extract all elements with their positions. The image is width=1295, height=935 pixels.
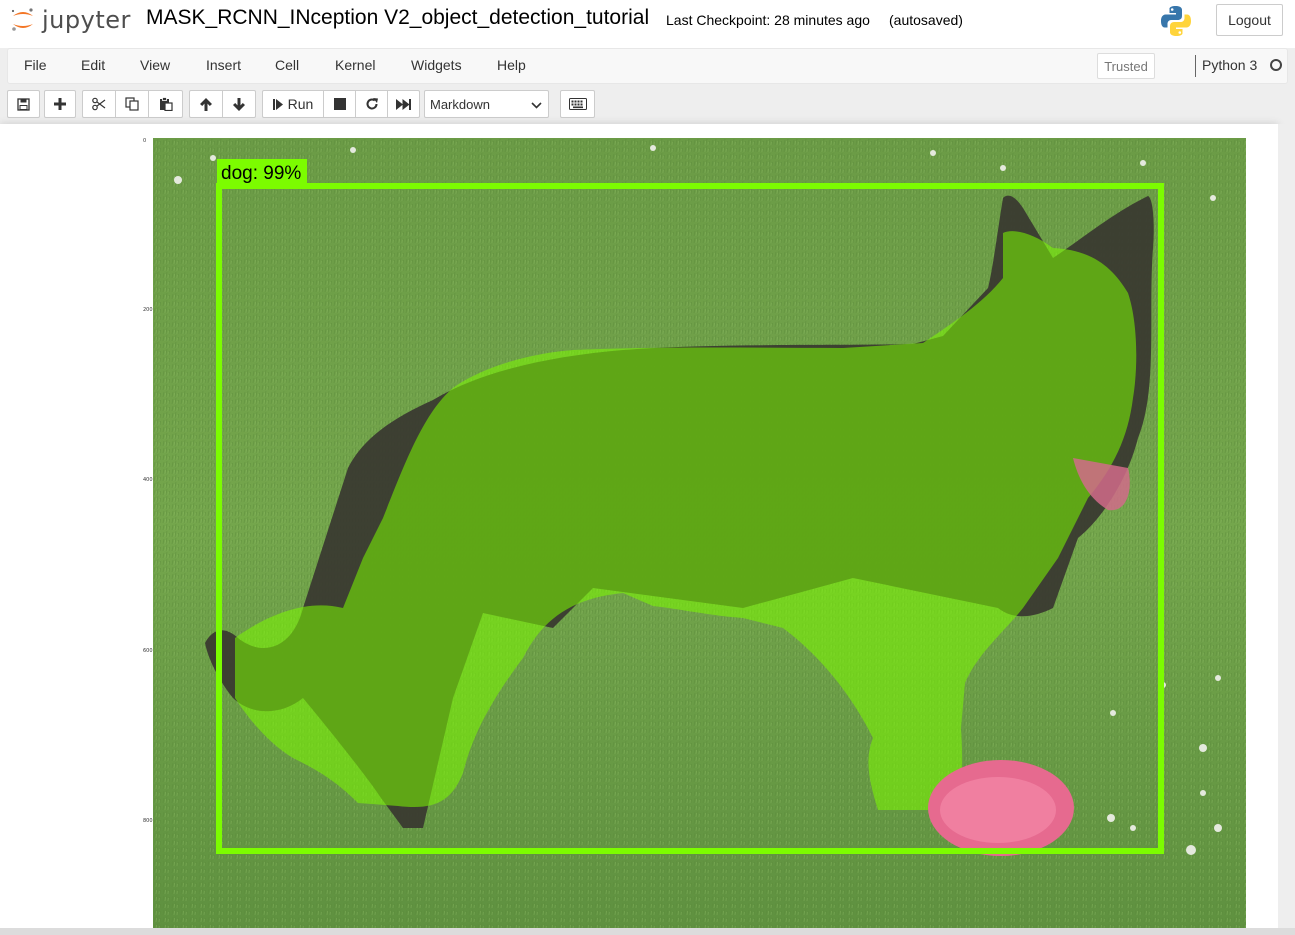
scissors-icon (92, 97, 106, 111)
arrow-up-icon (200, 97, 212, 111)
menubar: File Edit View Insert Cell Kernel Widget… (7, 48, 1288, 84)
y-tick-label: 200 (143, 307, 153, 313)
notebook-title[interactable]: MASK_RCNN_INception V2_object_detection_… (146, 6, 649, 30)
notebook-site[interactable]: 0 200 400 600 800 dog: 99% (0, 124, 1295, 935)
menu-widgets[interactable]: Widgets (411, 57, 462, 73)
cell-type-value: Markdown (430, 96, 490, 112)
insert-cell-button[interactable] (44, 90, 76, 118)
cut-button[interactable] (82, 90, 116, 118)
move-up-button[interactable] (189, 90, 223, 118)
run-button[interactable]: Run (262, 90, 324, 118)
arrow-down-icon (233, 97, 245, 111)
kernel-idle-icon (1270, 59, 1282, 71)
menu-view[interactable]: View (140, 57, 170, 73)
interrupt-button[interactable] (323, 90, 356, 118)
menu-help[interactable]: Help (497, 57, 526, 73)
save-icon (17, 97, 30, 111)
move-down-button[interactable] (222, 90, 256, 118)
detection-output-image: dog: 99% (153, 138, 1246, 930)
stop-icon (333, 98, 346, 110)
step-forward-icon (272, 98, 283, 110)
menu-file[interactable]: File (24, 57, 47, 73)
y-tick-label: 600 (143, 648, 153, 654)
notebook-container: 0 200 400 600 800 dog: 99% (0, 124, 1278, 935)
output-figure: 0 200 400 600 800 dog: 99% (140, 136, 1250, 932)
plus-icon (54, 98, 66, 110)
keyboard-icon (568, 98, 587, 110)
y-tick-label: 400 (143, 477, 153, 483)
python-logo-icon (1159, 4, 1193, 38)
menu-edit[interactable]: Edit (81, 57, 105, 73)
menu-kernel[interactable]: Kernel (335, 57, 375, 73)
logo-text: jupyter (42, 6, 131, 34)
right-gutter (1278, 124, 1295, 928)
command-palette-button[interactable] (560, 90, 595, 118)
cell-type-select[interactable]: Markdown (424, 90, 549, 118)
y-tick-label: 0 (143, 138, 147, 144)
restart-button[interactable] (355, 90, 388, 118)
jupyter-logo[interactable]: jupyter (10, 5, 131, 35)
restart-icon (365, 97, 379, 111)
copy-button[interactable] (115, 90, 149, 118)
paste-button[interactable] (148, 90, 183, 118)
chevron-down-icon (531, 98, 542, 113)
menu-insert[interactable]: Insert (206, 57, 241, 73)
autosave-status: (autosaved) (889, 12, 963, 28)
horizontal-scrollbar[interactable] (0, 928, 1295, 935)
menu-cell[interactable]: Cell (275, 57, 299, 73)
fast-forward-icon (396, 98, 411, 110)
trusted-indicator[interactable]: Trusted (1097, 53, 1155, 79)
save-button[interactable] (7, 90, 40, 118)
restart-run-all-button[interactable] (387, 90, 420, 118)
copy-icon (125, 97, 139, 111)
kernel-divider (1195, 55, 1196, 77)
kernel-name: Python 3 (1202, 57, 1258, 73)
detection-label: dog: 99% (221, 163, 301, 184)
run-label: Run (287, 96, 314, 112)
y-tick-label: 800 (143, 818, 153, 824)
paste-icon (159, 97, 173, 111)
checkpoint-status: Last Checkpoint: 28 minutes ago (666, 12, 870, 28)
logout-button[interactable]: Logout (1216, 4, 1283, 36)
notebook-header: jupyter MASK_RCNN_INception V2_object_de… (0, 0, 1295, 48)
jupyter-logo-icon (10, 7, 36, 33)
toolbar: Run Markdown (0, 84, 1295, 124)
